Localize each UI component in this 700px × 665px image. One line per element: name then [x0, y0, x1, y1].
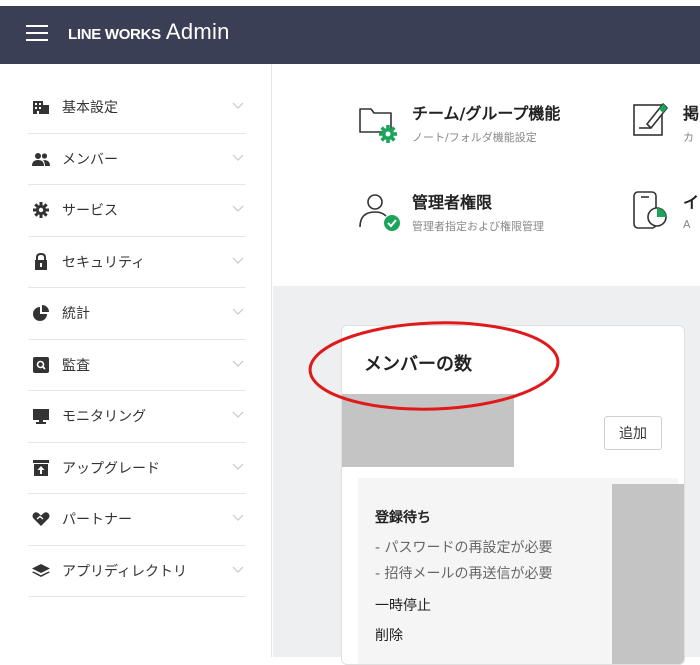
hamburger-menu-icon[interactable] [26, 24, 48, 42]
top-edge-line [0, 0, 700, 6]
chevron-down-icon [232, 102, 244, 109]
shortcut-title: チーム/グループ機能 [412, 104, 561, 123]
sidebar-item-security[interactable]: セキュリティ [28, 237, 246, 288]
suspended-link[interactable]: 一時停止 [375, 595, 431, 615]
sidebar-item-label: セキュリティ [62, 254, 146, 271]
admin-user-check-icon [359, 194, 400, 231]
audit-search-icon [32, 356, 50, 374]
shortcut-title: 掲 [683, 104, 700, 123]
sidebar-item-members[interactable]: メンバー [28, 134, 246, 185]
invite-resend-link[interactable]: - 招待メールの再送信が必要 [375, 563, 553, 583]
gear-icon [32, 201, 50, 219]
shortcut-subtitle: A [683, 218, 691, 231]
sidebar-item-label: アップグレード [62, 460, 160, 477]
main-content: チーム/グループ機能 ノート/フォルダ機能設定 掲 カ 管理者権限 管理者指定お… [273, 64, 700, 665]
upgrade-icon [32, 459, 50, 477]
shortcut-title: 管理者権限 [412, 193, 493, 212]
sidebar-item-basic-settings[interactable]: 基本設定 [28, 82, 246, 134]
shortcut-text: チーム/グループ機能 ノート/フォルダ機能設定 [412, 100, 560, 145]
sidebar-item-label: メンバー [62, 151, 118, 168]
deleted-link[interactable]: 削除 [375, 625, 403, 645]
sidebar-item-upgrade[interactable]: アップグレード [28, 443, 246, 494]
sidebar-item-label: パートナー [62, 512, 132, 529]
pie-chart-icon [32, 304, 50, 322]
chevron-down-icon [232, 463, 244, 470]
sidebar-item-label: モニタリング [62, 409, 146, 426]
chevron-down-icon [232, 411, 244, 418]
sidebar-item-monitoring[interactable]: モニタリング [28, 391, 246, 443]
building-icon [32, 98, 50, 116]
member-count-card: メンバーの数 追加 登録待ち - パスワードの再設定が必要 - 招待メールの再送… [341, 325, 685, 665]
shortcut-title: イ [683, 193, 700, 212]
password-reset-link[interactable]: - パスワードの再設定が必要 [375, 537, 553, 557]
top-bar: LINE WORKS Admin [0, 0, 700, 64]
sidebar-item-partner[interactable]: パートナー [28, 494, 246, 546]
chevron-down-icon [232, 566, 244, 573]
redacted-area [612, 484, 684, 664]
sidebar-item-app-directory[interactable]: アプリディレクトリ [28, 546, 246, 597]
sidebar-item-label: 統計 [62, 306, 90, 323]
shortcut-notice[interactable]: 掲 カ [629, 100, 699, 145]
shortcut-report[interactable]: イ A [629, 189, 699, 233]
brand-logo[interactable]: LINE WORKS Admin [68, 19, 230, 45]
sidebar: 基本設定 メンバー サービス セキュリティ 統計 監査 モニタリング アップグレ… [0, 64, 272, 657]
shortcut-text: イ A [683, 189, 699, 233]
device-report-icon [633, 191, 667, 229]
shortcut-text: 掲 カ [683, 100, 699, 145]
monitor-icon [32, 407, 50, 425]
shortcut-subtitle: カ [683, 131, 694, 144]
sidebar-item-label: サービス [62, 203, 118, 220]
layers-icon [32, 562, 50, 580]
brand-main: LINE WORKS [68, 26, 161, 43]
shortcut-admin-rights[interactable]: 管理者権限 管理者指定および権限管理 [358, 189, 544, 234]
chevron-down-icon [232, 205, 244, 212]
sidebar-menu: 基本設定 メンバー サービス セキュリティ 統計 監査 モニタリング アップグレ… [28, 82, 246, 597]
sidebar-item-label: 基本設定 [62, 100, 118, 117]
chevron-down-icon [232, 360, 244, 367]
users-icon [32, 150, 50, 168]
sidebar-item-statistics[interactable]: 統計 [28, 288, 246, 340]
folder-settings-icon [359, 108, 397, 143]
sidebar-item-services[interactable]: サービス [28, 185, 246, 237]
chevron-down-icon [232, 154, 244, 161]
chevron-down-icon [232, 257, 244, 264]
pending-title: 登録待ち [375, 510, 431, 526]
shortcut-text: 管理者権限 管理者指定および権限管理 [412, 189, 544, 234]
sidebar-item-label: アプリディレクトリ [62, 563, 188, 580]
add-member-button[interactable]: 追加 [604, 416, 662, 450]
card-title: メンバーの数 [364, 354, 472, 375]
shortcut-panel: チーム/グループ機能 ノート/フォルダ機能設定 掲 カ 管理者権限 管理者指定お… [273, 64, 700, 286]
sidebar-item-label: 監査 [62, 357, 90, 374]
chevron-down-icon [232, 308, 244, 315]
lock-icon [32, 253, 50, 271]
shortcut-subtitle: 管理者指定および権限管理 [412, 220, 544, 233]
shortcut-team-group[interactable]: チーム/グループ機能 ノート/フォルダ機能設定 [358, 100, 560, 145]
edit-document-icon [633, 103, 668, 136]
sidebar-item-audit[interactable]: 監査 [28, 340, 246, 391]
brand-sub: Admin [165, 19, 230, 44]
redacted-area [342, 394, 514, 467]
shortcut-subtitle: ノート/フォルダ機能設定 [412, 131, 537, 144]
handshake-icon [32, 510, 50, 528]
chevron-down-icon [232, 514, 244, 521]
